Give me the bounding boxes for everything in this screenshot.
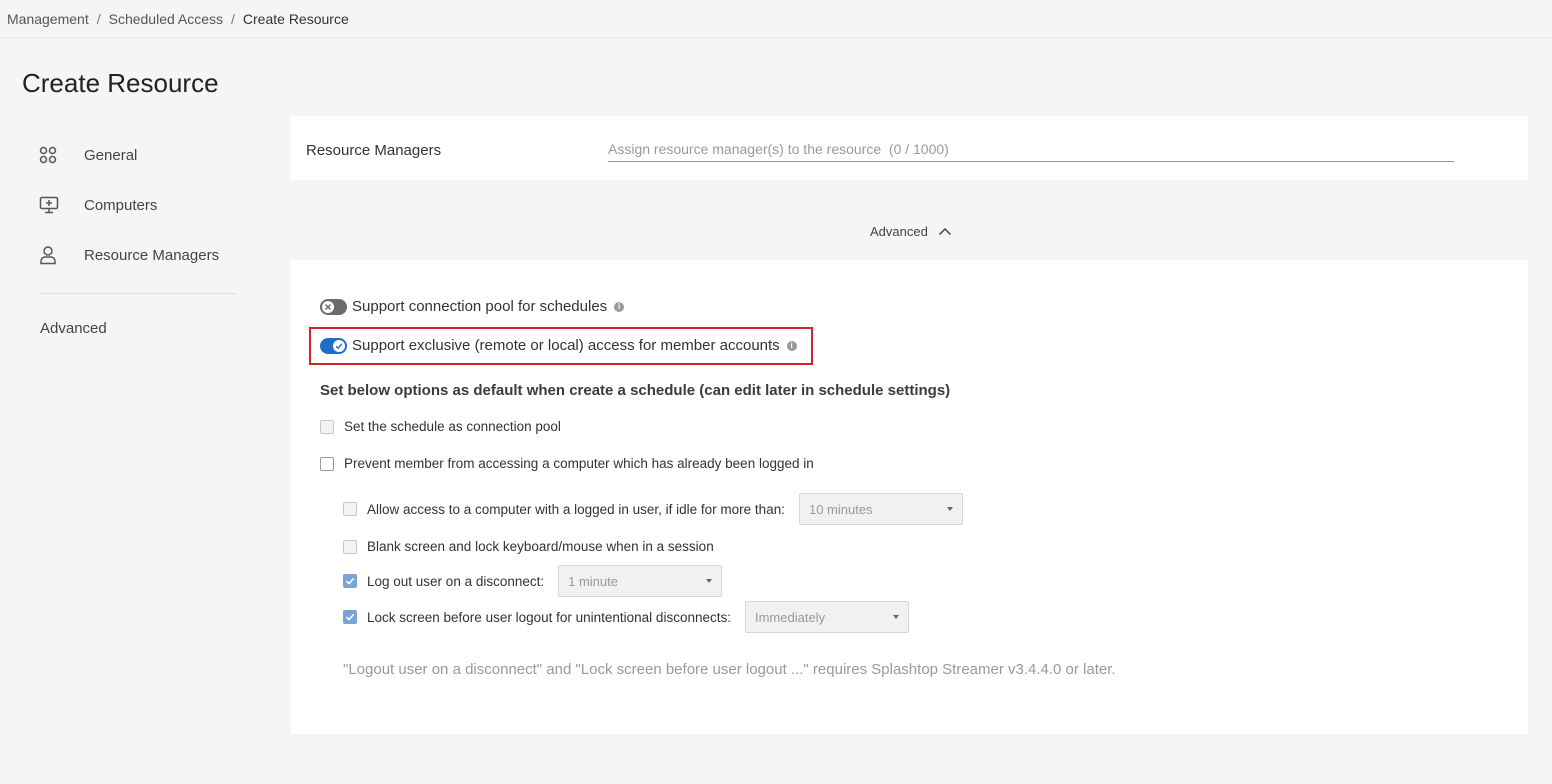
select-value: Immediately bbox=[754, 609, 826, 625]
option-label: Set the schedule as connection pool bbox=[344, 419, 561, 434]
connection-pool-checkbox[interactable] bbox=[320, 419, 334, 434]
option-label: Prevent member from accessing a computer… bbox=[344, 456, 814, 471]
requirement-note: "Logout user on a disconnect" and "Lock … bbox=[343, 661, 1116, 678]
select-value: 10 minutes bbox=[808, 501, 873, 517]
breadcrumb-separator: / bbox=[231, 10, 235, 27]
breadcrumb-scheduled-access[interactable]: Scheduled Access bbox=[109, 11, 223, 27]
option-prevent-access: Prevent member from accessing a computer… bbox=[320, 456, 814, 471]
breadcrumb: Management / Scheduled Access / Create R… bbox=[0, 0, 1552, 38]
sidebar-item-label: General bbox=[84, 146, 138, 164]
switch-knob bbox=[333, 339, 345, 352]
caret-down-icon bbox=[946, 507, 953, 511]
sidebar-item-general[interactable]: General bbox=[30, 130, 240, 180]
blank-screen-checkbox[interactable] bbox=[343, 539, 357, 554]
switch-row-connection-pool: Support connection pool for schedules i bbox=[320, 298, 625, 315]
sidebar-item-label: Computers bbox=[84, 196, 158, 214]
resource-managers-input[interactable] bbox=[608, 136, 1454, 162]
monitor-plus-icon bbox=[30, 196, 70, 214]
option-lock-screen: Lock screen before user logout for unint… bbox=[343, 601, 909, 633]
lock-screen-checkbox[interactable] bbox=[343, 610, 357, 624]
side-nav: General Computers Resource Managers Adva… bbox=[30, 130, 240, 337]
section-heading: Set below options as default when create… bbox=[320, 382, 951, 399]
chevron-up-icon bbox=[928, 224, 952, 239]
info-icon[interactable]: i bbox=[786, 340, 797, 351]
caret-down-icon bbox=[706, 579, 713, 583]
advanced-card: Support connection pool for schedules i … bbox=[291, 260, 1528, 734]
sidebar-item-advanced[interactable]: Advanced bbox=[40, 320, 240, 337]
option-connection-pool: Set the schedule as connection pool bbox=[320, 419, 561, 434]
advanced-toggle[interactable]: Advanced bbox=[870, 224, 952, 239]
logout-delay-select[interactable]: 1 minute bbox=[558, 565, 723, 597]
resource-managers-card: Resource Managers bbox=[291, 116, 1528, 180]
select-value: 1 minute bbox=[568, 573, 618, 589]
breadcrumb-management[interactable]: Management bbox=[7, 11, 89, 27]
prevent-access-checkbox[interactable] bbox=[320, 456, 334, 471]
allow-idle-checkbox[interactable] bbox=[343, 502, 357, 516]
page-title: Create Resource bbox=[22, 68, 219, 98]
info-icon[interactable]: i bbox=[614, 301, 625, 312]
user-icon bbox=[30, 245, 70, 265]
logout-disconnect-checkbox[interactable] bbox=[343, 574, 357, 588]
sidebar-item-resource-managers[interactable]: Resource Managers bbox=[30, 230, 240, 280]
lock-delay-select[interactable]: Immediately bbox=[744, 601, 909, 633]
option-label: Blank screen and lock keyboard/mouse whe… bbox=[367, 539, 714, 554]
resource-managers-label: Resource Managers bbox=[306, 142, 442, 159]
breadcrumb-current: Create Resource bbox=[242, 10, 349, 27]
switch-label: Support connection pool for schedules bbox=[352, 298, 608, 315]
switch-label: Support exclusive (remote or local) acce… bbox=[352, 337, 780, 354]
sidebar-item-label: Resource Managers bbox=[84, 246, 220, 264]
grid-circles-icon bbox=[30, 146, 70, 164]
switch-row-exclusive-access: Support exclusive (remote or local) acce… bbox=[320, 337, 797, 354]
breadcrumb-separator: / bbox=[96, 10, 101, 27]
switch-knob bbox=[322, 300, 334, 313]
option-logout-disconnect: Log out user on a disconnect: 1 minute bbox=[343, 565, 723, 597]
caret-down-icon bbox=[892, 615, 899, 619]
sidebar-item-computers[interactable]: Computers bbox=[30, 180, 240, 230]
connection-pool-switch[interactable] bbox=[320, 298, 347, 315]
exclusive-access-switch[interactable] bbox=[320, 337, 347, 354]
option-label: Log out user on a disconnect: bbox=[367, 573, 545, 589]
advanced-toggle-label: Advanced bbox=[870, 224, 928, 239]
option-blank-screen: Blank screen and lock keyboard/mouse whe… bbox=[343, 539, 714, 554]
option-allow-idle: Allow access to a computer with a logged… bbox=[343, 493, 963, 525]
nav-divider bbox=[40, 293, 236, 294]
option-label: Lock screen before user logout for unint… bbox=[367, 609, 731, 625]
idle-time-select[interactable]: 10 minutes bbox=[798, 493, 963, 525]
option-label: Allow access to a computer with a logged… bbox=[367, 501, 785, 517]
